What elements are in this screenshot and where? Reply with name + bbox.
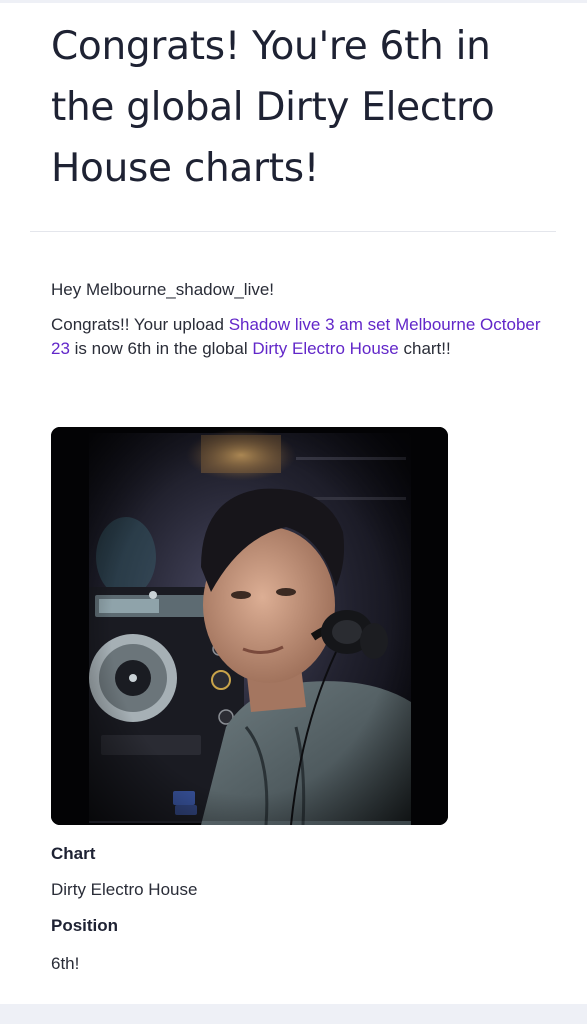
divider (30, 231, 556, 232)
chart-link[interactable]: Dirty Electro House (252, 339, 398, 358)
chart-value: Dirty Electro House (51, 880, 198, 899)
message-outro: chart!! (398, 339, 451, 358)
dj-photo-illustration (51, 427, 448, 825)
message-middle: is now 6th in the global (69, 339, 253, 358)
email-headline: Congrats! You're 6th in the global Dirty… (51, 24, 495, 191)
top-strip (0, 0, 587, 3)
message-text: Congrats!! Your upload Shadow live 3 am … (51, 313, 541, 361)
chart-label: Chart (51, 844, 96, 863)
position-value: 6th! (51, 954, 80, 973)
message-intro: Congrats!! Your upload (51, 315, 229, 334)
upload-artwork-image[interactable] (51, 427, 448, 825)
position-label: Position (51, 916, 119, 935)
email-page: Congrats! You're 6th in the global Dirty… (0, 0, 587, 1004)
greeting-text: Hey Melbourne_shadow_live! (51, 280, 275, 299)
